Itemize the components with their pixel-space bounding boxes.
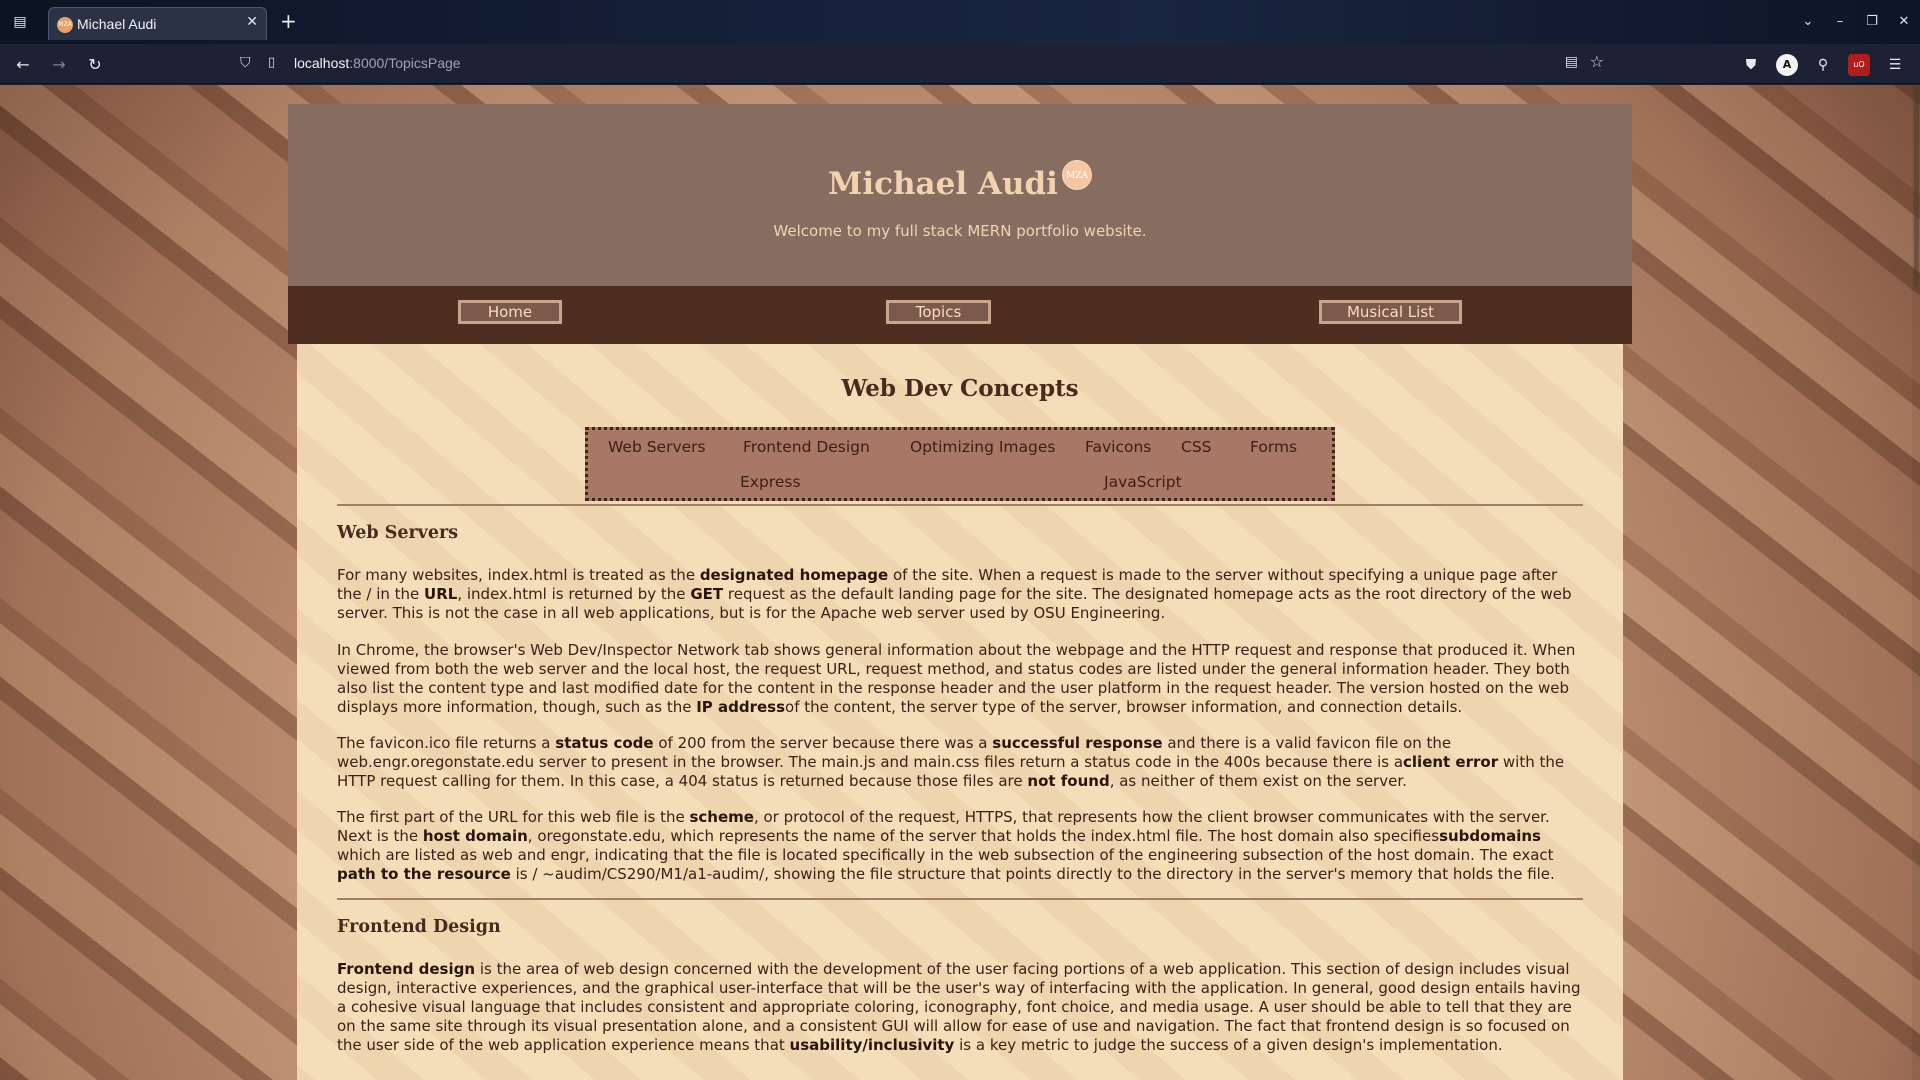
bold-term: scheme xyxy=(689,808,754,826)
site-header: Michael Audi MZA Welcome to my full stack… xyxy=(288,104,1632,286)
tab-title: Michael Audi xyxy=(77,16,157,32)
bold-term: GET xyxy=(690,585,724,603)
site-nav: Home Topics Musical List xyxy=(288,286,1632,344)
url-path: :8000/TopicsPage xyxy=(349,55,461,71)
back-icon[interactable]: ← xyxy=(10,52,36,78)
account-icon[interactable]: A xyxy=(1776,54,1798,76)
site-container: Michael Audi MZA Welcome to my full stack… xyxy=(288,104,1632,1080)
tab-list-icon[interactable]: ▤ xyxy=(10,12,30,32)
section-divider xyxy=(337,898,1583,900)
browser-tab-bar: ▤ MZA Michael Audi ✕ + ⌄ – ❐ ✕ xyxy=(0,0,1920,44)
page-info-icon[interactable]: ▯ xyxy=(268,55,275,70)
close-icon[interactable]: ✕ xyxy=(246,14,258,30)
site-tagline: Welcome to my full stack MERN portfolio … xyxy=(773,222,1147,240)
site-title-wrap: Michael Audi MZA xyxy=(288,160,1632,202)
minimize-icon[interactable]: – xyxy=(1824,8,1856,36)
bold-term: designated homepage xyxy=(699,566,889,584)
topic-link-optimizing-images[interactable]: Optimizing Images xyxy=(910,438,1055,456)
topic-link-css[interactable]: CSS xyxy=(1181,438,1212,456)
bold-term: successful response xyxy=(992,734,1163,752)
bold-term: Frontend design xyxy=(337,960,476,978)
scrollbar-thumb[interactable] xyxy=(1914,87,1919,287)
window-controls: ⌄ – ❐ ✕ xyxy=(1792,8,1920,36)
bold-term: usability/inclusivity xyxy=(789,1036,955,1054)
page-scrollbar[interactable] xyxy=(1912,85,1920,1080)
bold-term: not found xyxy=(1027,772,1110,790)
new-tab-icon[interactable]: + xyxy=(280,9,297,33)
web-servers-paragraph-4: The first part of the URL for this web f… xyxy=(337,808,1555,883)
page-heading: Web Dev Concepts xyxy=(841,375,1079,402)
close-window-icon[interactable]: ✕ xyxy=(1888,8,1920,36)
bold-term: client error xyxy=(1403,753,1499,771)
restore-icon[interactable]: ❐ xyxy=(1856,8,1888,36)
tab-overflow-icon[interactable]: ⌄ xyxy=(1792,8,1824,36)
bold-term: IP address xyxy=(696,698,786,716)
menu-icon[interactable]: ☰ xyxy=(1884,54,1906,76)
reader-view-icon[interactable]: ▤ xyxy=(1565,54,1578,70)
toolbar-icons: ⛊ A ⚲ uO ☰ xyxy=(1740,54,1906,76)
logo-icon: MZA xyxy=(1061,160,1092,190)
nav-musical-list-link[interactable]: Musical List xyxy=(1319,300,1462,324)
address-bar[interactable]: ⛉ ▯ localhost:8000/TopicsPage ▤ ☆ xyxy=(232,49,1612,79)
pocket-icon[interactable]: ⛊ xyxy=(1740,54,1762,76)
frontend-design-paragraph-1: Frontend design is the area of web desig… xyxy=(337,960,1581,1054)
section-divider xyxy=(337,504,1583,506)
section-title-web-servers: Web Servers xyxy=(337,523,459,543)
web-servers-paragraph-3: The favicon.ico file returns a status co… xyxy=(337,734,1565,790)
main-content: Web Dev Concepts Web Servers Frontend De… xyxy=(297,344,1623,1080)
url-text[interactable]: localhost:8000/TopicsPage xyxy=(294,55,461,71)
forward-icon[interactable]: → xyxy=(46,52,72,78)
site-title: Michael Audi xyxy=(828,166,1058,202)
topic-link-javascript[interactable]: JavaScript xyxy=(1104,473,1182,491)
topic-nav: Web Servers Frontend Design Optimizing I… xyxy=(585,427,1335,501)
topic-link-web-servers[interactable]: Web Servers xyxy=(608,438,706,456)
reload-icon[interactable]: ↻ xyxy=(82,52,108,78)
url-host: localhost xyxy=(294,55,350,71)
web-servers-paragraph-1: For many websites, index.html is treated… xyxy=(337,566,1572,622)
web-servers-paragraph-2: In Chrome, the browser's Web Dev/Inspect… xyxy=(337,641,1576,716)
topic-link-express[interactable]: Express xyxy=(740,473,801,491)
ublock-icon[interactable]: uO xyxy=(1848,54,1870,76)
section-title-frontend-design: Frontend Design xyxy=(337,917,501,937)
browser-tab-active[interactable]: MZA Michael Audi ✕ xyxy=(48,7,267,40)
shield-icon[interactable]: ⛉ xyxy=(240,55,251,71)
bookmark-star-icon[interactable]: ☆ xyxy=(1590,52,1604,71)
bold-term: subdomains xyxy=(1439,827,1541,845)
extensions-icon[interactable]: ⚲ xyxy=(1812,54,1834,76)
nav-topics-link[interactable]: Topics xyxy=(886,300,991,324)
topic-link-forms[interactable]: Forms xyxy=(1250,438,1297,456)
page-viewport: Michael Audi MZA Welcome to my full stack… xyxy=(0,85,1920,1080)
browser-nav-bar: ← → ↻ ⛉ ▯ localhost:8000/TopicsPage ▤ ☆ … xyxy=(0,44,1920,84)
nav-home-link[interactable]: Home xyxy=(458,300,562,324)
bold-term: host domain xyxy=(422,827,528,845)
bold-term: status code xyxy=(555,734,654,752)
bold-term: URL xyxy=(424,585,458,603)
topic-link-frontend-design[interactable]: Frontend Design xyxy=(743,438,870,456)
bold-term: path to the resource xyxy=(337,865,511,883)
favicon-icon: MZA xyxy=(57,17,73,33)
topic-link-favicons[interactable]: Favicons xyxy=(1085,438,1151,456)
